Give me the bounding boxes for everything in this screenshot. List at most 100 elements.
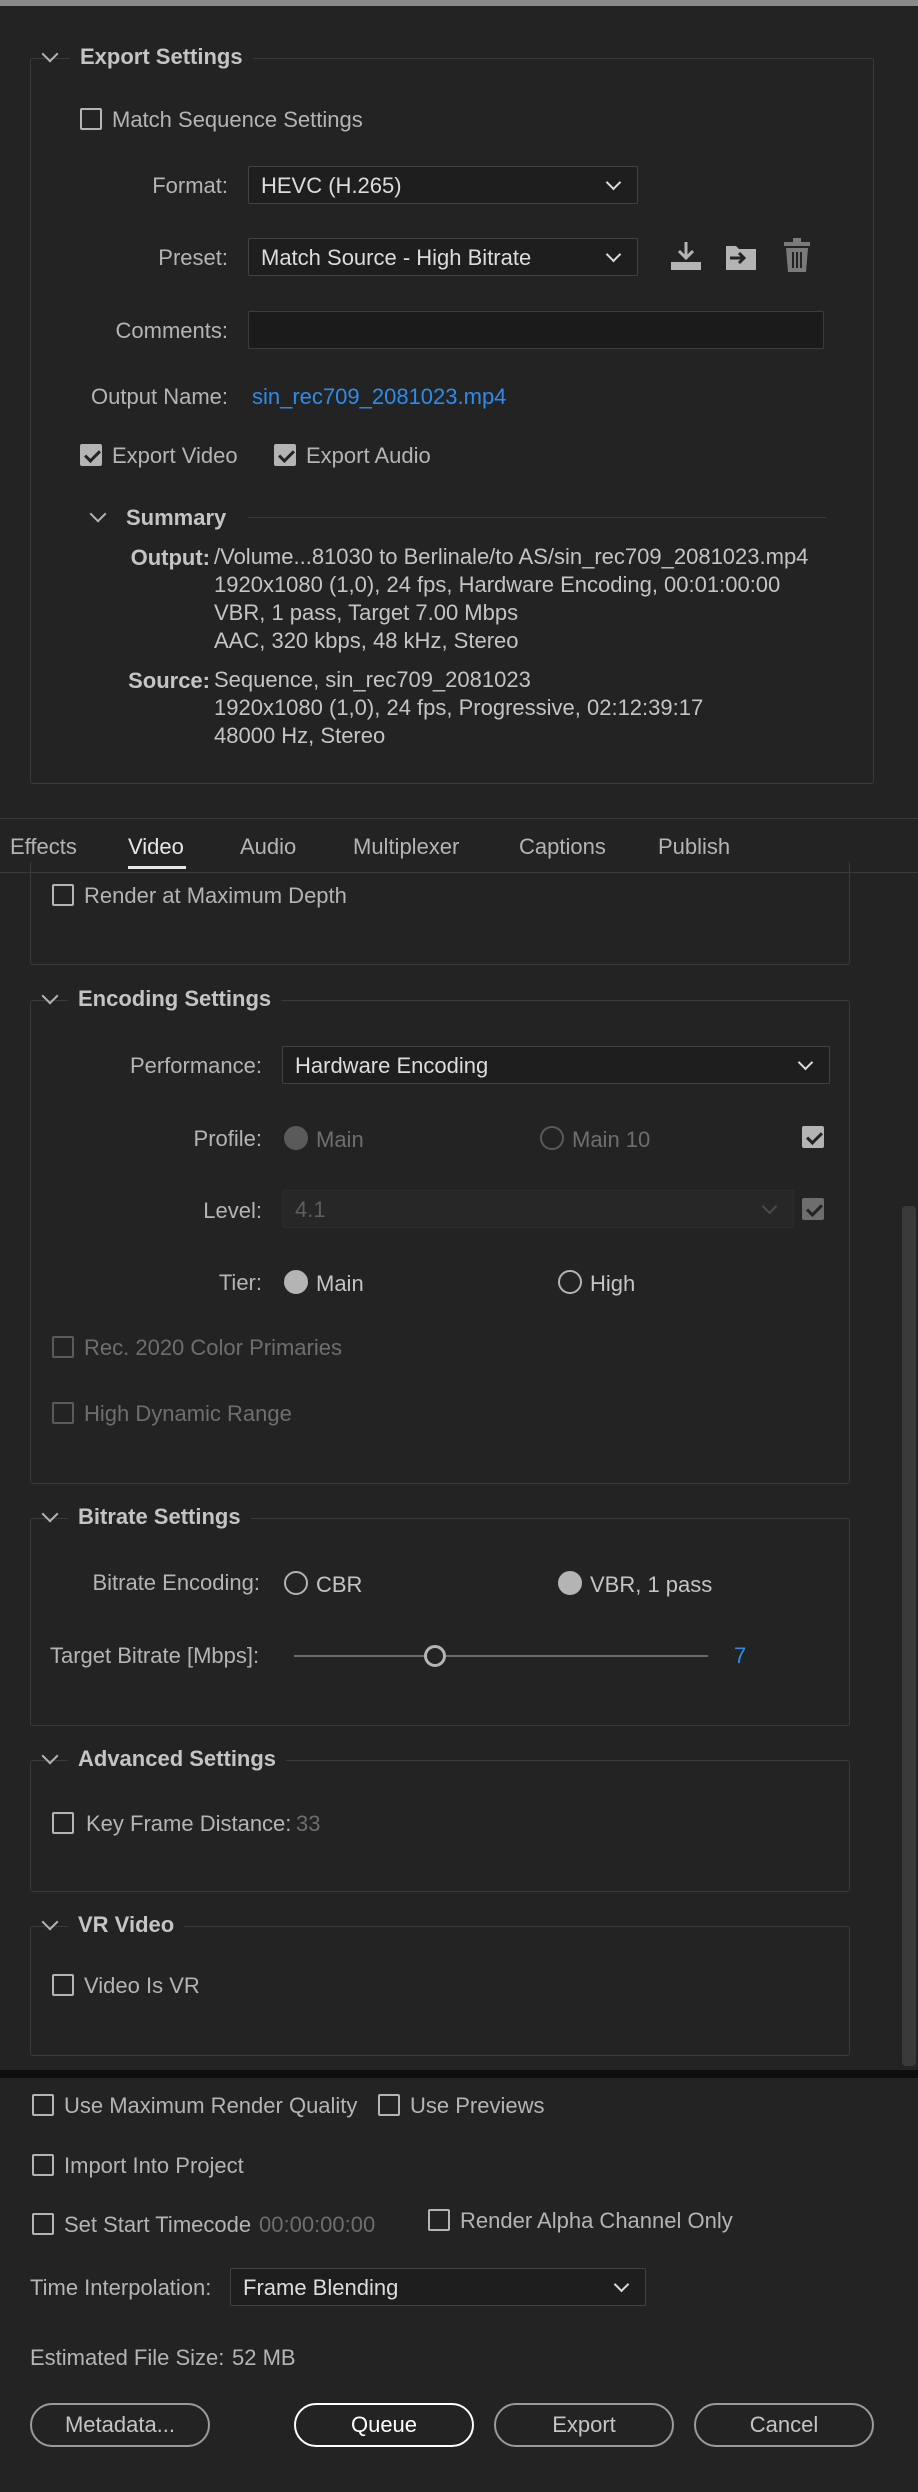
target-bitrate-label: Target Bitrate [Mbps]: bbox=[50, 1643, 260, 1668]
summary-source-lines: Sequence, sin_rec709_2081023 1920x1080 (… bbox=[214, 666, 703, 750]
tab-audio[interactable]: Audio bbox=[240, 834, 296, 860]
performance-label: Performance: bbox=[129, 1053, 262, 1078]
max-render-quality-label: Use Maximum Render Quality bbox=[64, 2093, 358, 2118]
hdr-checkbox[interactable] bbox=[52, 1402, 74, 1424]
profile-main-label: Main bbox=[316, 1127, 364, 1152]
advanced-title: Advanced Settings bbox=[78, 1746, 277, 1771]
format-value: HEVC (H.265) bbox=[261, 173, 402, 198]
vr-title-wrap: VR Video bbox=[68, 1912, 185, 1938]
format-select[interactable]: HEVC (H.265) bbox=[248, 166, 638, 204]
bitrate-title: Bitrate Settings bbox=[78, 1504, 241, 1529]
save-preset-icon[interactable] bbox=[668, 240, 704, 272]
level-lock-checkbox[interactable] bbox=[802, 1198, 824, 1220]
time-interpolation-value: Frame Blending bbox=[243, 2275, 399, 2300]
match-sequence-label: Match Sequence Settings bbox=[112, 107, 363, 132]
export-settings-title: Export Settings bbox=[80, 44, 243, 69]
tab-video[interactable]: Video bbox=[128, 834, 184, 860]
level-select[interactable]: 4.1 bbox=[282, 1190, 794, 1228]
trash-icon[interactable] bbox=[782, 238, 812, 274]
import-preset-icon[interactable] bbox=[724, 240, 760, 274]
target-bitrate-value[interactable]: 7 bbox=[734, 1643, 746, 1669]
render-alpha-label: Render Alpha Channel Only bbox=[460, 2208, 733, 2233]
tab-publish[interactable]: Publish bbox=[658, 834, 730, 860]
video-is-vr-checkbox[interactable] bbox=[52, 1974, 74, 1996]
profile-main10-radio[interactable] bbox=[540, 1126, 564, 1150]
tab-multiplexer[interactable]: Multiplexer bbox=[353, 834, 459, 860]
timecode-value[interactable]: 00:00:00:00 bbox=[259, 2212, 375, 2238]
profile-main10-label: Main 10 bbox=[572, 1127, 651, 1152]
encoding-title-wrap: Encoding Settings bbox=[68, 986, 282, 1012]
time-interpolation-label: Time Interpolation: bbox=[30, 2275, 212, 2300]
output-name-link[interactable]: sin_rec709_2081023.mp4 bbox=[252, 384, 506, 410]
summary-title: Summary bbox=[126, 505, 227, 530]
tier-high-radio[interactable] bbox=[558, 1270, 582, 1294]
preset-label: Preset: bbox=[158, 245, 228, 270]
cbr-label: CBR bbox=[316, 1572, 363, 1597]
hdr-label: High Dynamic Range bbox=[84, 1401, 292, 1426]
bitrate-title-wrap: Bitrate Settings bbox=[68, 1504, 251, 1530]
render-alpha-checkbox[interactable] bbox=[428, 2209, 450, 2231]
import-into-project-checkbox[interactable] bbox=[32, 2154, 54, 2176]
chevron-down-icon bbox=[605, 246, 622, 263]
queue-button[interactable]: Queue bbox=[294, 2403, 474, 2447]
level-value: 4.1 bbox=[295, 1197, 326, 1222]
bitrate-settings-group bbox=[30, 1518, 850, 1726]
use-previews-checkbox[interactable] bbox=[378, 2094, 400, 2116]
tier-main-label: Main bbox=[316, 1271, 364, 1296]
use-previews-label: Use Previews bbox=[410, 2093, 545, 2118]
time-interpolation-select[interactable]: Frame Blending bbox=[230, 2268, 646, 2306]
target-bitrate-slider[interactable] bbox=[294, 1655, 708, 1657]
rec2020-label: Rec. 2020 Color Primaries bbox=[84, 1335, 342, 1360]
chevron-down-icon bbox=[761, 1198, 778, 1215]
profile-lock-checkbox[interactable] bbox=[802, 1126, 824, 1148]
max-render-quality-checkbox[interactable] bbox=[32, 2094, 54, 2116]
cbr-radio[interactable] bbox=[284, 1571, 308, 1595]
comments-label: Comments: bbox=[115, 318, 228, 343]
estimated-file-size-label: Estimated File Size: bbox=[30, 2345, 225, 2370]
tier-label: Tier: bbox=[218, 1270, 262, 1295]
target-bitrate-slider-thumb[interactable] bbox=[423, 1645, 446, 1667]
tabs-top-divider bbox=[0, 818, 918, 819]
chevron-down-icon bbox=[613, 2276, 630, 2293]
summary-output-line: 1920x1080 (1,0), 24 fps, Hardware Encodi… bbox=[214, 572, 781, 597]
profile-main-radio[interactable] bbox=[284, 1126, 308, 1150]
tab-effects[interactable]: Effects bbox=[10, 834, 77, 860]
summary-output-label: Output: bbox=[130, 545, 210, 570]
import-into-project-label: Import Into Project bbox=[64, 2153, 244, 2178]
export-button[interactable]: Export bbox=[494, 2403, 674, 2447]
preset-select[interactable]: Match Source - High Bitrate bbox=[248, 238, 638, 276]
vr-title: VR Video bbox=[78, 1912, 175, 1937]
key-frame-value[interactable]: 33 bbox=[296, 1811, 320, 1837]
summary-output-line: /Volume...81030 to Berlinale/to AS/sin_r… bbox=[214, 544, 809, 569]
bitrate-encoding-label: Bitrate Encoding: bbox=[92, 1570, 260, 1595]
export-audio-checkbox[interactable] bbox=[274, 444, 296, 466]
tab-captions[interactable]: Captions bbox=[519, 834, 606, 860]
chevron-down-icon bbox=[605, 174, 622, 191]
render-max-depth-label: Render at Maximum Depth bbox=[84, 883, 347, 908]
metadata-button[interactable]: Metadata... bbox=[30, 2403, 210, 2447]
comments-input[interactable] bbox=[248, 311, 824, 349]
estimated-file-size-value: 52 MB bbox=[232, 2345, 296, 2370]
export-audio-label: Export Audio bbox=[306, 443, 431, 468]
key-frame-checkbox[interactable] bbox=[52, 1812, 74, 1834]
summary-source-line: 1920x1080 (1,0), 24 fps, Progressive, 02… bbox=[214, 695, 704, 720]
match-sequence-checkbox[interactable] bbox=[80, 108, 102, 130]
video-top-group bbox=[30, 862, 850, 965]
vbr-radio[interactable] bbox=[558, 1571, 582, 1595]
set-start-timecode-label: Set Start Timecode bbox=[64, 2212, 252, 2237]
window-top-edge bbox=[0, 0, 918, 6]
export-video-checkbox[interactable] bbox=[80, 444, 102, 466]
vbr-label: VBR, 1 pass bbox=[590, 1572, 713, 1597]
cancel-button[interactable]: Cancel bbox=[694, 2403, 874, 2447]
set-start-timecode-checkbox[interactable] bbox=[32, 2213, 54, 2235]
export-settings-title-wrap: Export Settings bbox=[70, 44, 253, 70]
level-label: Level: bbox=[203, 1198, 262, 1223]
render-max-depth-checkbox[interactable] bbox=[52, 884, 74, 906]
scrollbar-thumb[interactable] bbox=[902, 1206, 916, 2066]
rec2020-checkbox[interactable] bbox=[52, 1336, 74, 1358]
video-is-vr-label: Video Is VR bbox=[84, 1973, 200, 1998]
output-name-label: Output Name: bbox=[91, 384, 228, 409]
format-label: Format: bbox=[152, 173, 228, 198]
tier-main-radio[interactable] bbox=[284, 1270, 308, 1294]
performance-select[interactable]: Hardware Encoding bbox=[282, 1046, 830, 1084]
